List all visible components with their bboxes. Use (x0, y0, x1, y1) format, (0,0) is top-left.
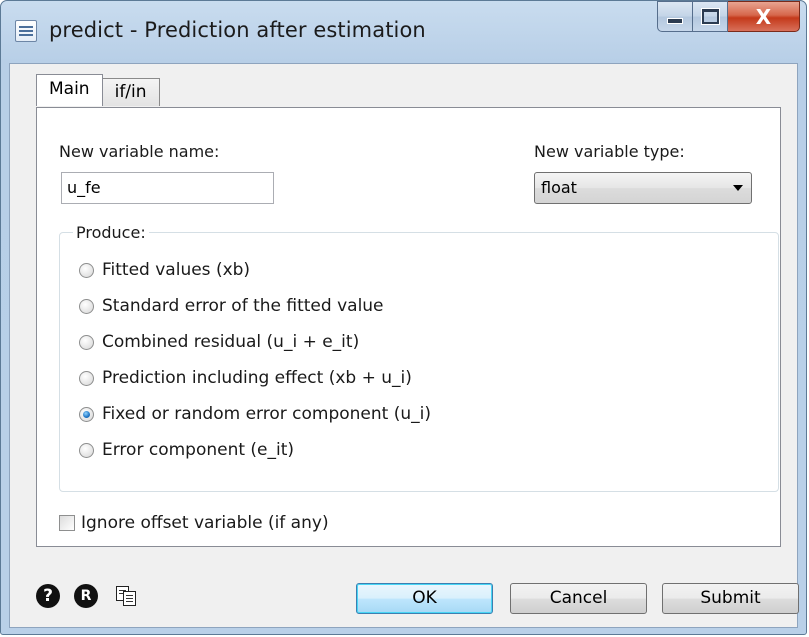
minimize-button[interactable] (657, 1, 693, 32)
close-button[interactable]: X (728, 1, 800, 32)
title-bar[interactable]: predict - Prediction after estimation X (1, 1, 806, 63)
help-icon[interactable]: ? (36, 584, 60, 608)
dropdown-arrow-icon (733, 185, 743, 191)
radio-fixed-random-error[interactable]: Fixed or random error component (u_i) (79, 404, 431, 424)
radio-button[interactable] (79, 442, 94, 458)
radio-fitted-values[interactable]: Fitted values (xb) (79, 260, 250, 280)
radio-label: Prediction including effect (xb + u_i) (102, 368, 412, 388)
reset-icon[interactable]: R (74, 584, 98, 608)
new-variable-name-input[interactable]: u_fe (61, 172, 274, 204)
submit-button[interactable]: Submit (662, 583, 799, 614)
copy-command-icon[interactable] (114, 584, 140, 608)
dialog-client-area: Main if/in New variable name: New variab… (9, 63, 799, 628)
radio-stderr-fitted[interactable]: Standard error of the fitted value (79, 296, 384, 316)
close-icon: X (755, 4, 772, 29)
radio-button[interactable] (79, 334, 94, 350)
ignore-offset-label: Ignore offset variable (if any) (81, 513, 329, 533)
radio-button[interactable] (79, 298, 94, 314)
dialog-app-icon[interactable] (15, 20, 37, 42)
ignore-offset-checkbox[interactable] (59, 515, 75, 531)
minimize-icon (667, 17, 683, 24)
radio-label: Fitted values (xb) (102, 260, 251, 280)
produce-group-title: Produce: (73, 223, 149, 242)
new-variable-name-label: New variable name: (59, 142, 220, 161)
footer-icon-group: ? R (36, 584, 140, 608)
caption-buttons: X (657, 1, 800, 33)
tab-if-in[interactable]: if/in (101, 78, 160, 106)
main-tab-panel: New variable name: New variable type: u_… (36, 107, 781, 547)
radio-button[interactable] (79, 370, 94, 386)
radio-button-selected[interactable] (79, 406, 94, 422)
tab-strip: Main if/in (36, 74, 160, 106)
tab-main[interactable]: Main (36, 74, 103, 106)
ok-button[interactable]: OK (356, 583, 493, 614)
dialog-window: predict - Prediction after estimation X … (0, 0, 807, 635)
maximize-icon (700, 8, 720, 25)
radio-error-component[interactable]: Error component (e_it) (79, 440, 294, 460)
maximize-button[interactable] (693, 1, 728, 32)
radio-label: Standard error of the fitted value (102, 296, 384, 316)
new-variable-type-value: float (541, 178, 577, 197)
radio-label: Error component (e_it) (102, 440, 295, 460)
radio-label: Fixed or random error component (u_i) (102, 404, 431, 424)
new-variable-type-select[interactable]: float (534, 172, 752, 204)
ignore-offset-checkbox-row[interactable]: Ignore offset variable (if any) (59, 513, 329, 533)
window-title: predict - Prediction after estimation (49, 18, 426, 42)
radio-button[interactable] (79, 262, 94, 278)
radio-prediction-including-effect[interactable]: Prediction including effect (xb + u_i) (79, 368, 412, 388)
radio-label: Combined residual (u_i + e_it) (102, 332, 360, 352)
new-variable-type-label: New variable type: (534, 142, 685, 161)
radio-combined-residual[interactable]: Combined residual (u_i + e_it) (79, 332, 359, 352)
cancel-button[interactable]: Cancel (510, 583, 647, 614)
